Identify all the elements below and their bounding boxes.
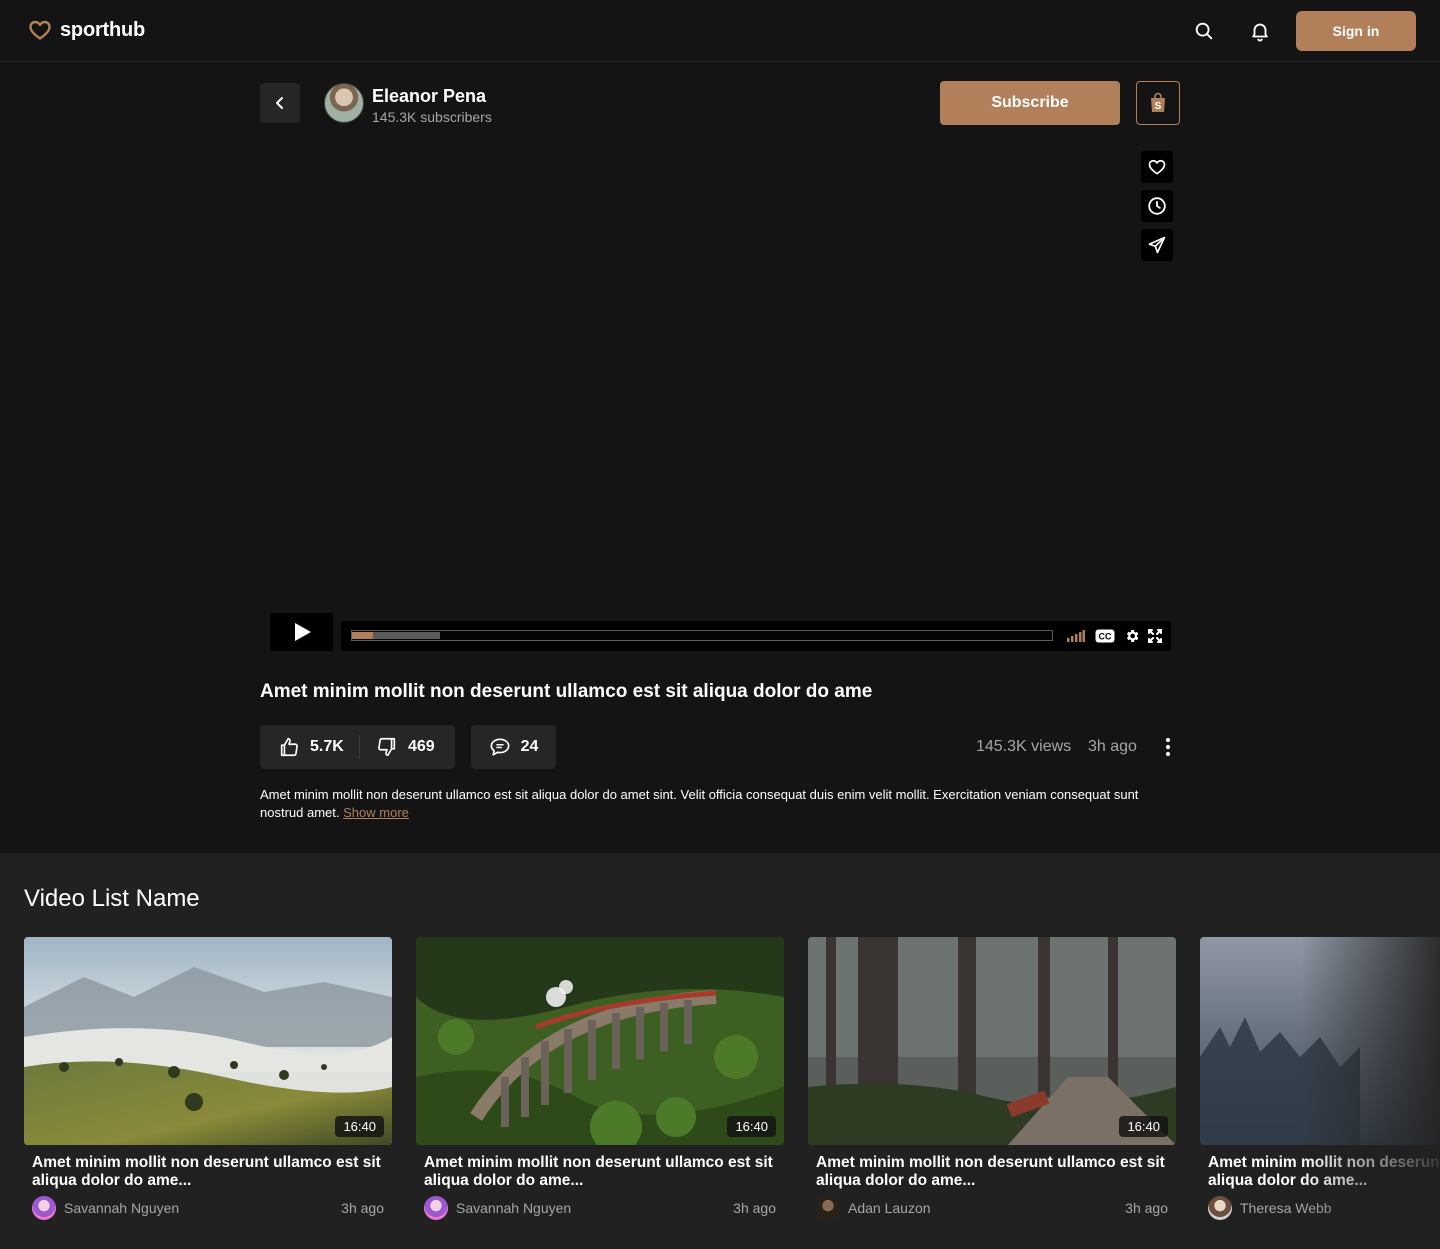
thumbs-down-icon <box>378 737 396 757</box>
author-avatar[interactable] <box>32 1196 56 1220</box>
comment-icon <box>490 738 510 756</box>
like-count: 5.7K <box>310 738 344 755</box>
volume-icon[interactable] <box>1067 628 1085 644</box>
play-button[interactable] <box>270 613 333 651</box>
video-duration: 16:40 <box>727 1116 776 1137</box>
top-navigation-bar: sporthub Sign in <box>0 0 1440 62</box>
video-thumbnail[interactable]: 16:40 <box>416 937 784 1145</box>
video-card-meta: Theresa Webb <box>1208 1196 1440 1220</box>
video-card[interactable]: 16:40 Amet minim mollit non deserunt ull… <box>808 937 1176 1220</box>
thumbs-up-icon <box>280 737 298 757</box>
video-list-section: Video List Name 16:40 Amet minim mollit … <box>0 853 1440 1249</box>
send-icon <box>1148 236 1166 254</box>
video-card[interactable]: 16:40 Amet minim mollit non deserunt ull… <box>24 937 392 1220</box>
favorite-button[interactable] <box>1141 151 1173 183</box>
chevron-left-icon <box>276 97 283 109</box>
video-card-meta: Adan Lauzon 3h ago <box>816 1196 1168 1220</box>
author-name[interactable]: Savannah Nguyen <box>456 1200 571 1216</box>
shop-button[interactable]: S <box>1136 81 1180 125</box>
video-thumbnail[interactable]: 16:40 <box>24 937 392 1145</box>
show-more-link[interactable]: Show more <box>343 805 409 820</box>
view-count: 145.3K views <box>976 738 1072 755</box>
author-name[interactable]: Theresa Webb <box>1240 1200 1332 1216</box>
author-avatar[interactable] <box>816 1196 840 1220</box>
search-icon[interactable] <box>1192 19 1216 43</box>
play-icon <box>294 623 311 641</box>
author-name[interactable]: Adan Lauzon <box>848 1200 931 1216</box>
like-button[interactable]: 5.7K <box>278 725 344 769</box>
posted-time: 3h ago <box>341 1200 384 1216</box>
shopping-bag-icon: S <box>1151 92 1165 112</box>
author-name[interactable]: Savannah Nguyen <box>64 1200 179 1216</box>
player-control-bar: CC <box>341 621 1171 651</box>
posted-time: 3h ago <box>1088 738 1137 755</box>
video-card-title[interactable]: Amet minim mollit non deserunt ullamco e… <box>1208 1154 1440 1190</box>
video-thumbnail[interactable]: 16:40 <box>808 937 1176 1145</box>
video-list-title: Video List Name <box>24 885 200 912</box>
app-name: sporthub <box>60 18 146 41</box>
subscribe-button[interactable]: Subscribe <box>940 81 1120 125</box>
video-card-meta: Savannah Nguyen 3h ago <box>424 1196 776 1220</box>
sign-in-button[interactable]: Sign in <box>1296 11 1416 51</box>
watch-later-button[interactable] <box>1141 190 1173 222</box>
more-options-icon[interactable] <box>1158 735 1178 759</box>
dislike-count: 469 <box>408 738 435 755</box>
svg-text:CC: CC <box>1099 632 1112 642</box>
video-duration: 16:40 <box>1119 1116 1168 1137</box>
channel-avatar[interactable] <box>324 83 364 123</box>
author-avatar[interactable] <box>1208 1196 1232 1220</box>
video-card[interactable]: Amet minim mollit non deserunt ullamco e… <box>1200 937 1440 1220</box>
video-title: Amet minim mollit non deserunt ullamco e… <box>260 681 873 702</box>
logo[interactable]: sporthub <box>28 18 145 42</box>
notification-bell-icon[interactable] <box>1248 19 1272 43</box>
video-card-meta: Savannah Nguyen 3h ago <box>32 1196 384 1220</box>
back-button[interactable] <box>260 83 300 123</box>
subscriber-count: 145.3K subscribers <box>372 109 492 125</box>
posted-time: 3h ago <box>1125 1200 1168 1216</box>
dislike-button[interactable]: 469 <box>376 725 435 769</box>
video-card-title[interactable]: Amet minim mollit non deserunt ullamco e… <box>32 1154 384 1190</box>
posted-time: 3h ago <box>733 1200 776 1216</box>
heart-logo-icon <box>29 20 51 40</box>
video-card-title[interactable]: Amet minim mollit non deserunt ullamco e… <box>816 1154 1168 1190</box>
author-avatar[interactable] <box>424 1196 448 1220</box>
comments-button[interactable]: 24 <box>471 725 556 769</box>
reaction-group: 5.7K 469 <box>260 725 455 769</box>
svg-text:S: S <box>1155 101 1162 112</box>
comment-count: 24 <box>520 738 539 755</box>
channel-name[interactable]: Eleanor Pena <box>372 86 486 107</box>
progress-bar[interactable] <box>351 630 1053 641</box>
video-card-title[interactable]: Amet minim mollit non deserunt ullamco e… <box>424 1154 776 1190</box>
heart-icon <box>1148 159 1166 175</box>
video-thumbnail[interactable] <box>1200 937 1440 1145</box>
reaction-divider <box>359 735 360 759</box>
fullscreen-icon[interactable] <box>1148 628 1162 644</box>
video-card[interactable]: 16:40 Amet minim mollit non deserunt ull… <box>416 937 784 1220</box>
played-progress <box>352 632 373 639</box>
settings-gear-icon[interactable] <box>1124 628 1140 644</box>
share-button[interactable] <box>1141 229 1173 261</box>
clock-icon <box>1148 197 1166 215</box>
closed-captions-icon[interactable]: CC <box>1095 628 1115 644</box>
video-duration: 16:40 <box>335 1116 384 1137</box>
video-description: Amet minim mollit non deserunt ullamco e… <box>260 786 1180 822</box>
